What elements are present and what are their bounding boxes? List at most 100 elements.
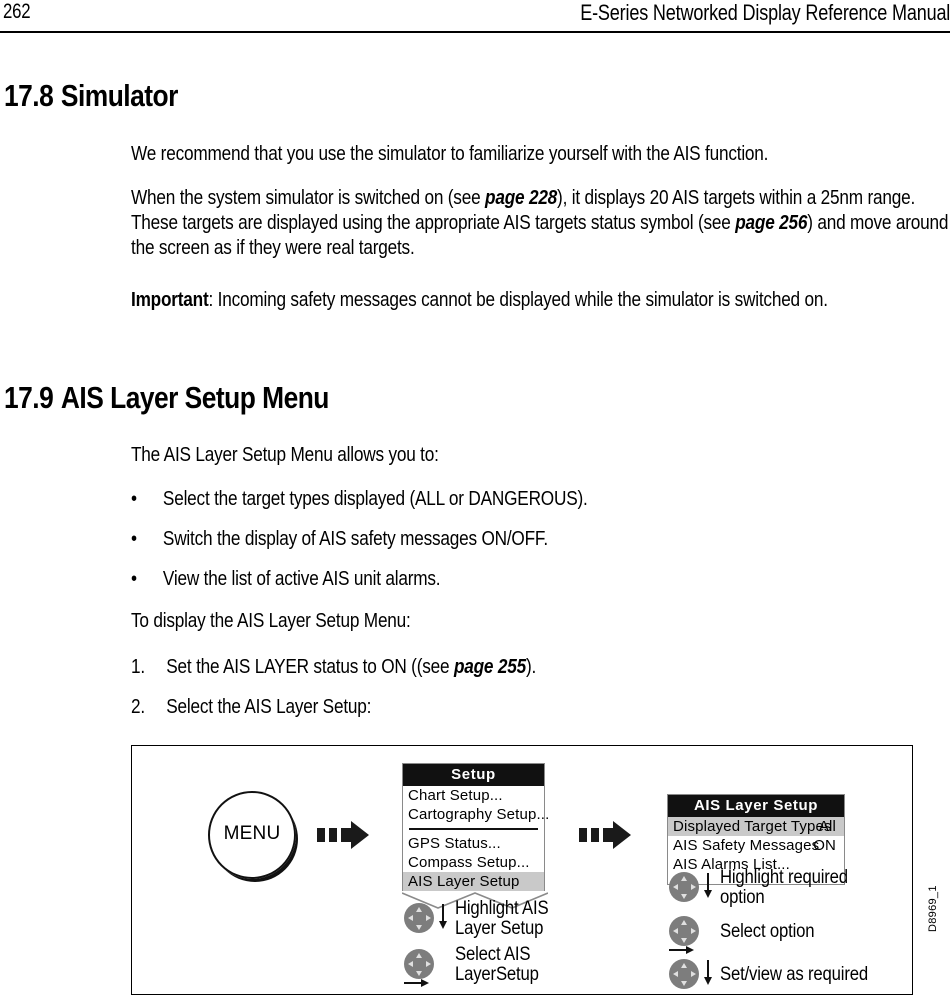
paragraph-important-note: Important: Incoming safety messages cann… bbox=[131, 287, 950, 312]
trackpad-icon[interactable] bbox=[669, 959, 699, 989]
trackpad-icon[interactable] bbox=[669, 872, 699, 902]
header-divider bbox=[0, 31, 950, 33]
paragraph-simulator-intro: We recommend that you use the simulator … bbox=[131, 141, 950, 166]
trackpad-right-arrow-icon bbox=[425, 960, 431, 967]
important-label: Important bbox=[131, 288, 209, 311]
bullet-item: • Switch the display of AIS safety messag… bbox=[131, 527, 548, 551]
section-title: AIS Layer Setup Menu bbox=[60, 380, 330, 415]
trackpad-left-arrow-icon bbox=[672, 927, 678, 934]
trackpad-down-arrow-icon bbox=[680, 980, 687, 986]
arrow-tip bbox=[703, 890, 712, 898]
text-run: When the system simulator is switched on… bbox=[131, 186, 486, 209]
bullet-dot: • bbox=[131, 527, 137, 550]
section-title: Simulator bbox=[60, 78, 178, 113]
step-caption-set-view: Set/view as required bbox=[720, 965, 868, 985]
paragraph-simulator-detail: When the system simulator is switched on… bbox=[131, 185, 950, 260]
menu-item-gps-status[interactable]: GPS Status... bbox=[403, 834, 544, 853]
caption-line-1: Highlight AIS bbox=[455, 898, 549, 919]
arrow-head bbox=[613, 821, 631, 849]
page-header: 262 E-Series Networked Display Reference… bbox=[0, 0, 950, 36]
page-ref-255: page 255 bbox=[453, 655, 526, 678]
page-number: 262 bbox=[3, 0, 31, 23]
trackpad-left-arrow-icon bbox=[672, 883, 678, 890]
menu-item-label: Cartography Setup... bbox=[408, 806, 550, 823]
row-ais-safety-messages[interactable]: AIS Safety Messages ON bbox=[668, 836, 844, 855]
row-displayed-target-types[interactable]: Displayed Target Types All bbox=[668, 817, 844, 836]
caption-line-1: Select AIS bbox=[455, 944, 531, 965]
row-label: AIS Safety Messages bbox=[673, 837, 820, 854]
paragraph-procedure-intro: To display the AIS Layer Setup Menu: bbox=[131, 608, 950, 633]
trackpad-right-arrow-icon bbox=[425, 914, 431, 921]
arrow-dash-icon bbox=[591, 828, 599, 842]
trackpad-up-arrow-icon bbox=[680, 962, 687, 968]
trackpad-up-arrow-icon bbox=[680, 875, 687, 881]
arrow-tip bbox=[421, 978, 429, 987]
bullet-item: • View the list of active AIS unit alarms… bbox=[131, 567, 441, 591]
bullet-label: Switch the display of AIS safety message… bbox=[162, 527, 548, 550]
setup-menu-panel: Setup Chart Setup... Cartography Setup..… bbox=[401, 763, 549, 909]
text-run: ). bbox=[525, 655, 537, 678]
arrow-head bbox=[351, 821, 369, 849]
bullet-item: • Select the target types displayed (ALL … bbox=[131, 487, 588, 511]
menu-item-cartography-setup[interactable]: Cartography Setup... bbox=[403, 805, 549, 824]
section-number: 17.9 bbox=[4, 380, 54, 415]
trackpad-up-arrow-icon bbox=[415, 906, 422, 912]
paragraph-menu-intro: The AIS Layer Setup Menu allows you to: bbox=[131, 442, 950, 467]
menu-item-label: GPS Status... bbox=[408, 835, 501, 852]
bullet-dot: • bbox=[131, 567, 137, 590]
procedure-step-1: 1. Set the AIS LAYER status to ON ((see p… bbox=[131, 655, 536, 679]
trackpad-down-arrow-icon bbox=[680, 937, 687, 943]
arrow-dash-icon bbox=[579, 828, 587, 842]
hint-down-arrow-icon bbox=[702, 873, 714, 899]
step-number: 1. bbox=[131, 655, 145, 678]
hint-right-arrow-icon bbox=[404, 977, 432, 989]
menu-button[interactable]: MENU bbox=[208, 791, 296, 879]
menu-item-compass-setup[interactable]: Compass Setup... bbox=[403, 853, 544, 872]
text-run: The AIS Layer Setup Menu allows you to: bbox=[131, 443, 439, 466]
ais-layer-setup-title: AIS Layer Setup bbox=[668, 795, 844, 817]
caption-line-2: LayerSetup bbox=[455, 964, 539, 985]
menu-item-label: AIS Layer Setup bbox=[408, 873, 520, 890]
trackpad-icon[interactable] bbox=[404, 949, 434, 979]
trackpad-left-arrow-icon bbox=[672, 970, 678, 977]
procedure-step-2: 2. Select the AIS Layer Setup: bbox=[131, 695, 371, 719]
section-heading-17-8: 17.8 Simulator bbox=[4, 78, 178, 114]
trackpad-left-arrow-icon bbox=[407, 960, 413, 967]
trackpad-icon[interactable] bbox=[404, 903, 434, 933]
caption-line-1: Set/view as required bbox=[720, 964, 868, 985]
hint-down-arrow-icon bbox=[437, 904, 449, 930]
bullet-label: View the list of active AIS unit alarms. bbox=[162, 567, 441, 590]
arrow-dash-icon bbox=[329, 828, 337, 842]
menu-button-label: MENU bbox=[223, 823, 281, 844]
hint-down-arrow-icon bbox=[702, 960, 714, 986]
menu-item-label: Compass Setup... bbox=[408, 854, 530, 871]
flow-arrow-icon bbox=[317, 821, 369, 849]
text-run: Select the AIS Layer Setup: bbox=[166, 695, 372, 718]
arrow-tip bbox=[703, 977, 712, 985]
menu-separator bbox=[409, 828, 538, 830]
figure-id-label: D8969_1 bbox=[927, 885, 939, 932]
bullet-label: Select the target types displayed (ALL o… bbox=[162, 487, 588, 510]
arrow-tip bbox=[686, 945, 694, 954]
row-value: ON bbox=[813, 837, 836, 854]
menu-item-chart-setup[interactable]: Chart Setup... bbox=[403, 786, 544, 805]
menu-item-ais-layer-setup[interactable]: AIS Layer Setup bbox=[403, 872, 544, 891]
arrow-tip bbox=[438, 921, 447, 929]
page-ref-228: page 228 bbox=[485, 186, 558, 209]
step-caption-highlight-option: Highlight required option bbox=[720, 868, 848, 908]
figure-ais-layer-setup-flow: MENU Setup Chart Setup... Cartography Se… bbox=[131, 745, 913, 995]
trackpad-icon[interactable] bbox=[669, 916, 699, 946]
step-number: 2. bbox=[131, 695, 145, 718]
trackpad-down-arrow-icon bbox=[680, 893, 687, 899]
caption-line-2: Layer Setup bbox=[455, 918, 544, 939]
caption-line-2: option bbox=[720, 887, 765, 908]
row-value: All bbox=[818, 818, 836, 835]
trackpad-left-arrow-icon bbox=[407, 914, 413, 921]
page-ref-256: page 256 bbox=[735, 211, 808, 234]
step-caption-highlight-ais: Highlight AIS Layer Setup bbox=[455, 898, 549, 939]
caption-line-1: Select option bbox=[720, 921, 815, 942]
trackpad-right-arrow-icon bbox=[690, 883, 696, 890]
text-run: To display the AIS Layer Setup Menu: bbox=[131, 609, 411, 632]
text-run: : Incoming safety messages cannot be dis… bbox=[208, 288, 829, 311]
step-caption-select-option: Select option bbox=[720, 921, 815, 942]
